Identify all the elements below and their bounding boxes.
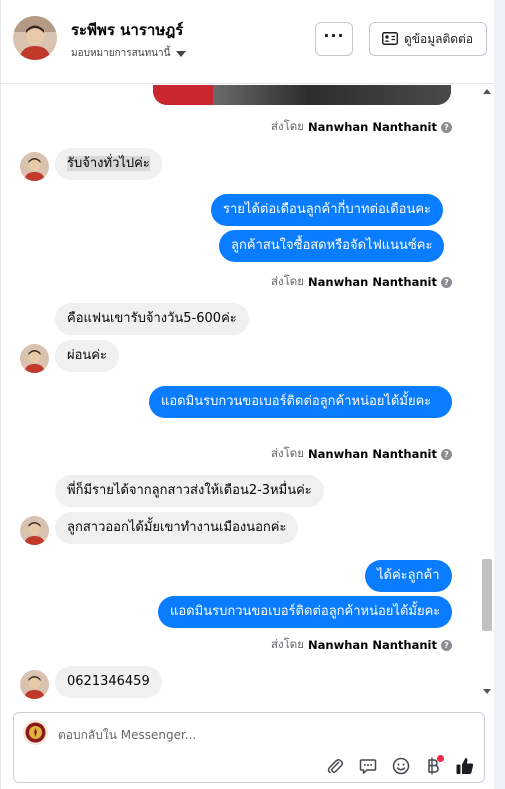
speech-bubble-icon[interactable] — [357, 755, 379, 777]
thumbs-up-icon[interactable] — [454, 755, 476, 777]
sender-avatar — [20, 516, 49, 545]
sender-avatar — [20, 670, 49, 699]
outgoing-message[interactable]: ลูกค้าสนใจซื้อสดหรือจัดไฟแนนซ์คะ — [219, 230, 445, 262]
incoming-message[interactable]: 0621346459 — [55, 666, 162, 698]
outgoing-message[interactable]: ได้ค่ะลูกค้า — [365, 560, 452, 592]
caret-down-icon — [176, 50, 187, 57]
outgoing-message[interactable]: แอดมินรบกวนขอเบอร์ติดต่อลูกค้าหน่อยได้มั… — [158, 596, 453, 628]
smiley-icon[interactable] — [390, 755, 412, 777]
incoming-message[interactable]: ผ่อนค่ะ — [55, 340, 119, 372]
incoming-message[interactable]: คือแฟนเขารับจ้างวัน5-600ค่ะ — [55, 303, 249, 335]
reply-input[interactable] — [58, 725, 458, 745]
outgoing-message[interactable]: รายได้ต่อเดือนลูกค้ากี่บาทต่อเดือนคะ — [211, 194, 444, 226]
sender-avatar — [20, 152, 49, 181]
baht-icon[interactable] — [422, 755, 444, 777]
messenger-panel: ระพีพร นาราษฎร์ มอบหมายการสนทนานี้ ··· ด… — [0, 0, 495, 789]
info-icon[interactable]: ? — [441, 121, 452, 133]
scrollbar-thumb[interactable] — [482, 559, 492, 631]
contact-card-icon — [382, 30, 398, 49]
outgoing-message[interactable]: แอดมินรบกวนขอเบอร์ติดต่อลูกค้าหน่อยได้มั… — [149, 386, 452, 418]
page-avatar — [23, 720, 48, 745]
more-dots-icon: ··· — [323, 26, 345, 45]
contact-name: ระพีพร นาราษฎร์ — [71, 21, 184, 39]
reply-composer — [13, 712, 485, 783]
assign-conversation-dropdown[interactable]: มอบหมายการสนทนานี้ — [71, 46, 187, 61]
sender-avatar — [20, 344, 49, 373]
view-contact-info-button[interactable]: ดูข้อมูลติดต่อ — [369, 22, 487, 56]
incoming-message[interactable]: รับจ้างทั่วไปค่ะ — [55, 148, 162, 180]
conversation-header: ระพีพร นาราษฎร์ มอบหมายการสนทนานี้ ··· ด… — [1, 0, 495, 84]
message-thread: ส่งโดย Nanwhan Nanthanit? รับจ้างทั่วไปค่… — [1, 85, 495, 704]
info-icon[interactable]: ? — [441, 639, 452, 651]
sent-by-label: ส่งโดย Nanwhan Nanthanit? — [271, 273, 452, 291]
notification-dot — [437, 755, 444, 762]
scroll-down-arrow-icon[interactable] — [483, 689, 491, 694]
more-options-button[interactable]: ··· — [315, 22, 353, 56]
contact-info-label: ดูข้อมูลติดต่อ — [404, 31, 474, 46]
attached-photo[interactable] — [153, 85, 451, 105]
scroll-up-arrow-icon[interactable] — [483, 89, 491, 94]
incoming-message[interactable]: ลูกสาวออกได้มั้ยเขาทำงานเมืองนอกค่ะ — [55, 512, 299, 544]
conversation-scrollbar[interactable] — [479, 85, 495, 704]
paperclip-icon[interactable] — [324, 755, 346, 777]
assign-label: มอบหมายการสนทนานี้ — [71, 48, 171, 59]
contact-avatar[interactable] — [13, 16, 57, 60]
sent-by-label: ส่งโดย Nanwhan Nanthanit? — [271, 118, 452, 136]
sent-by-label: ส่งโดย Nanwhan Nanthanit? — [271, 445, 452, 463]
window-edge — [494, 0, 505, 789]
info-icon[interactable]: ? — [441, 276, 452, 288]
incoming-message[interactable]: พี่ก็มีรายได้จากลูกสาวส่งให้เดือน2-3หมื่… — [55, 475, 324, 507]
sent-by-label: ส่งโดย Nanwhan Nanthanit? — [271, 636, 452, 654]
info-icon[interactable]: ? — [441, 448, 452, 460]
